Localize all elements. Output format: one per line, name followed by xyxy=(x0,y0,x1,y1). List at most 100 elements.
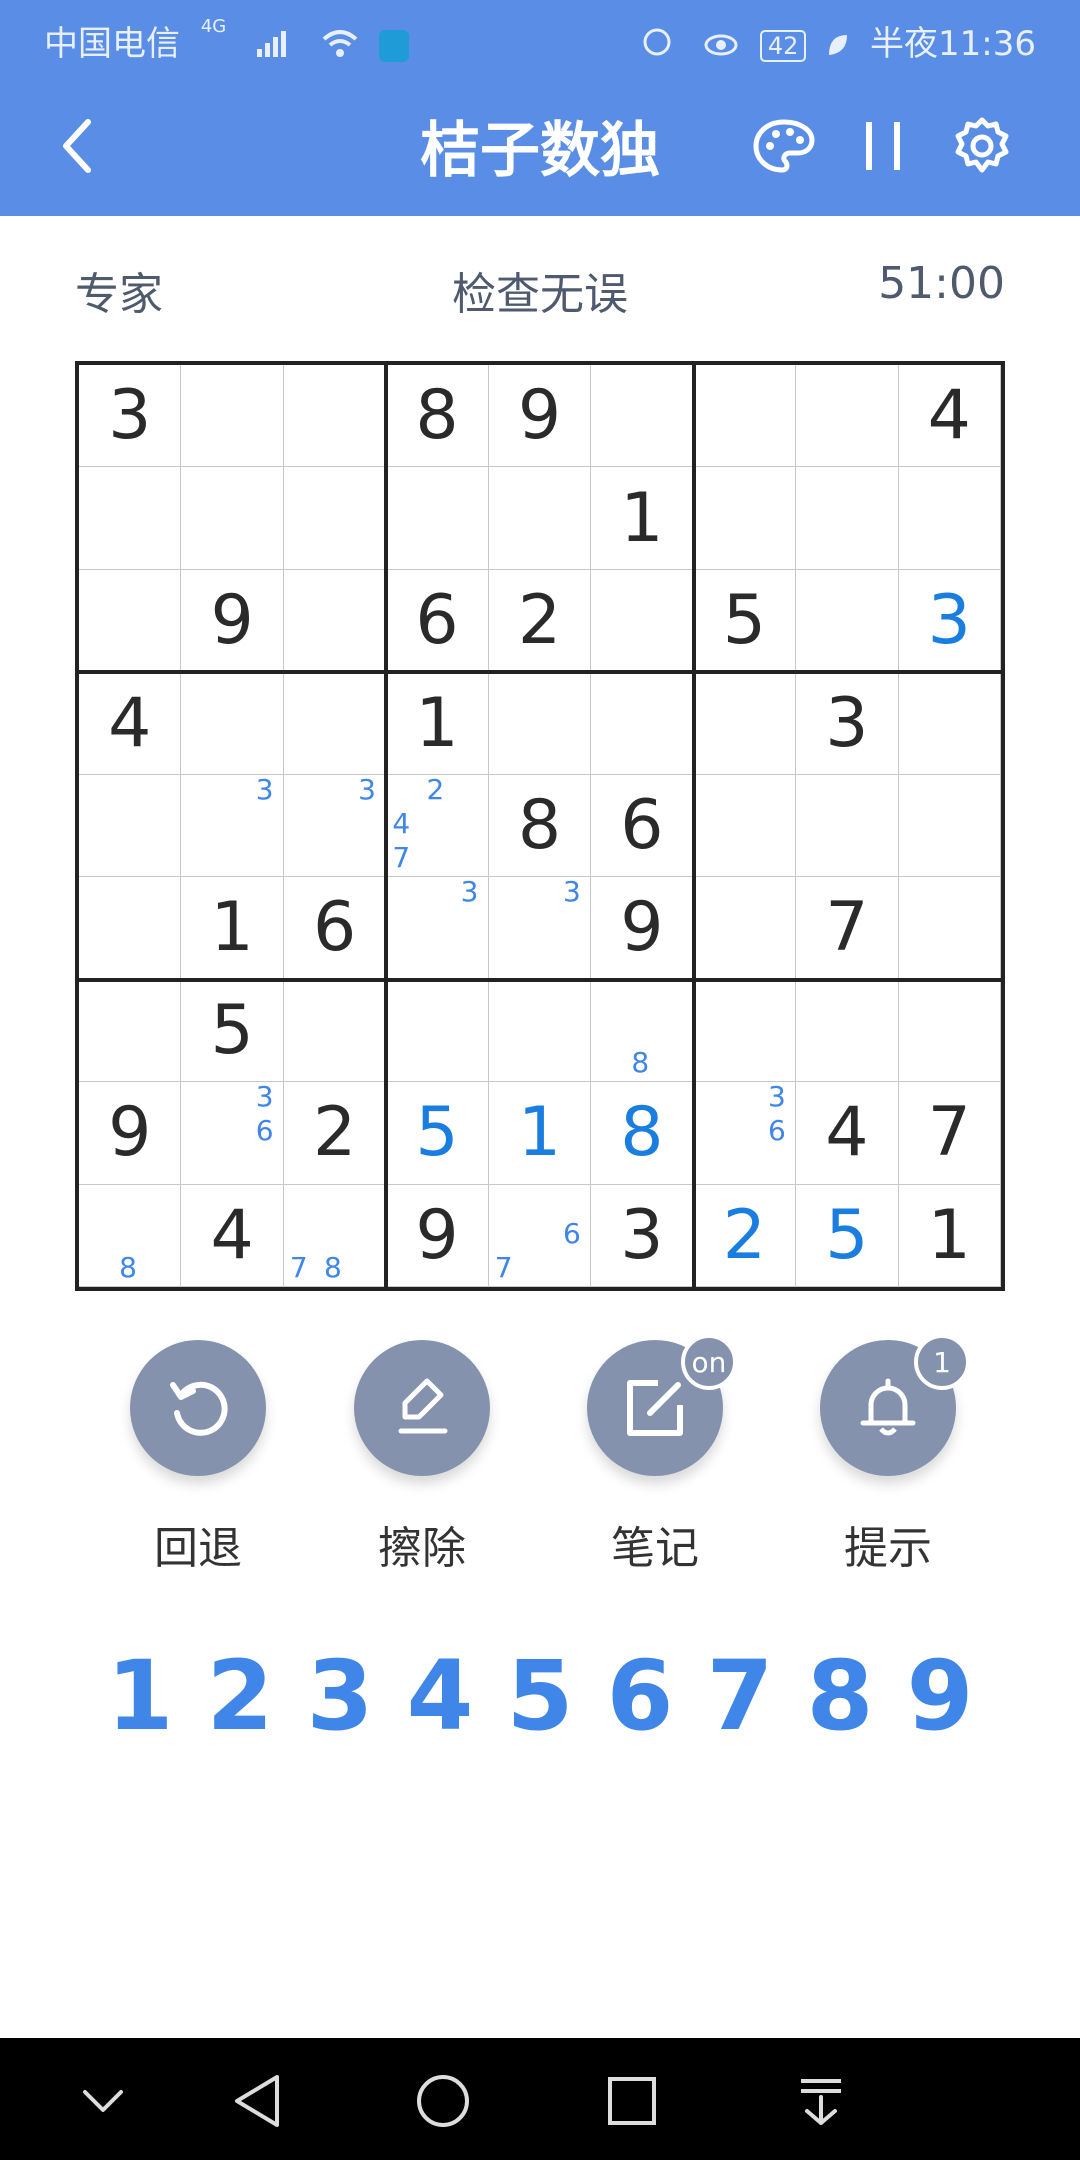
number-button-6[interactable]: 6 xyxy=(600,1640,680,1752)
sudoku-cell-r8c9[interactable]: 7 xyxy=(898,1082,1001,1185)
nav-recents-button[interactable] xyxy=(597,2066,667,2136)
sudoku-cell-r2c6[interactable]: 1 xyxy=(591,467,694,570)
sudoku-cell-r9c7[interactable]: 2 xyxy=(693,1184,797,1287)
sudoku-cell-r6c2[interactable]: 1 xyxy=(181,877,284,980)
sudoku-cell-r9c3[interactable]: 78 xyxy=(283,1184,387,1287)
sudoku-cell-r4c5[interactable] xyxy=(488,672,592,775)
sudoku-cell-r2c9[interactable] xyxy=(898,467,1001,570)
sudoku-cell-r5c8[interactable] xyxy=(796,774,899,878)
sudoku-cell-r3c3[interactable] xyxy=(283,569,387,673)
sudoku-cell-r6c5[interactable]: 3 xyxy=(488,875,592,980)
sudoku-cell-r3c7[interactable]: 5 xyxy=(693,569,797,673)
sudoku-cell-r2c1[interactable] xyxy=(79,467,182,570)
number-button-1[interactable]: 1 xyxy=(100,1640,180,1752)
sudoku-cell-r7c6[interactable]: 8 xyxy=(591,979,694,1083)
sudoku-cell-r8c1[interactable]: 9 xyxy=(79,1082,182,1185)
sudoku-cell-r9c1[interactable]: 8 xyxy=(79,1184,182,1287)
sudoku-cell-r8c8[interactable]: 4 xyxy=(796,1082,899,1185)
sudoku-cell-r3c9[interactable]: 3 xyxy=(898,569,1001,673)
sudoku-cell-r4c9[interactable] xyxy=(898,672,1001,775)
sudoku-cell-r5c5[interactable]: 8 xyxy=(488,774,592,878)
sudoku-cell-r3c4[interactable]: 6 xyxy=(386,569,489,673)
hide-nav-button[interactable] xyxy=(68,2066,138,2136)
sudoku-cell-r7c4[interactable] xyxy=(386,979,489,1083)
sudoku-cell-r9c9[interactable]: 1 xyxy=(898,1184,1001,1287)
undo-tool[interactable]: 回退 xyxy=(128,1340,268,1576)
sudoku-cell-r6c9[interactable] xyxy=(898,877,1001,980)
sudoku-cell-r4c8[interactable]: 3 xyxy=(796,672,899,775)
sudoku-cell-r8c4[interactable]: 5 xyxy=(386,1082,489,1185)
sudoku-cell-r8c6[interactable]: 8 xyxy=(591,1082,694,1185)
hint-tool[interactable]: 1 提示 xyxy=(818,1334,970,1576)
sudoku-cell-r5c4[interactable]: 247 xyxy=(386,773,489,878)
sudoku-cell-r2c5[interactable] xyxy=(488,467,592,570)
sudoku-cell-r2c8[interactable] xyxy=(796,467,899,570)
sudoku-cell-r7c5[interactable] xyxy=(488,979,592,1083)
sudoku-cell-r8c7[interactable]: 36 xyxy=(693,1080,797,1185)
number-button-8[interactable]: 8 xyxy=(800,1640,880,1752)
sudoku-cell-r4c4[interactable]: 1 xyxy=(386,672,489,775)
sudoku-cell-r9c5[interactable]: 76 xyxy=(488,1184,592,1287)
sudoku-cell-r5c1[interactable] xyxy=(79,774,182,878)
number-button-5[interactable]: 5 xyxy=(500,1640,580,1752)
hint-button[interactable]: 1 xyxy=(820,1334,970,1476)
sudoku-cell-r9c8[interactable]: 5 xyxy=(796,1184,899,1287)
notes-button[interactable]: on xyxy=(587,1334,737,1476)
sudoku-cell-r3c5[interactable]: 2 xyxy=(488,569,592,673)
sudoku-cell-r1c4[interactable]: 8 xyxy=(386,365,489,468)
undo-button[interactable] xyxy=(130,1340,266,1476)
sudoku-cell-r9c4[interactable]: 9 xyxy=(386,1184,489,1287)
number-button-4[interactable]: 4 xyxy=(400,1640,480,1752)
sudoku-cell-r4c3[interactable] xyxy=(283,672,387,775)
sudoku-cell-r7c7[interactable] xyxy=(693,979,797,1083)
sudoku-cell-r7c8[interactable] xyxy=(796,979,899,1083)
theme-button[interactable] xyxy=(746,108,822,184)
nav-home-button[interactable] xyxy=(408,2066,478,2136)
sudoku-cell-r8c2[interactable]: 36 xyxy=(181,1080,284,1185)
sudoku-cell-r1c3[interactable] xyxy=(283,365,387,468)
sudoku-cell-r6c1[interactable] xyxy=(79,877,182,980)
sudoku-cell-r9c6[interactable]: 3 xyxy=(591,1184,694,1287)
number-button-9[interactable]: 9 xyxy=(900,1640,980,1752)
sudoku-cell-r5c3[interactable]: 3 xyxy=(283,773,387,878)
sudoku-cell-r5c7[interactable] xyxy=(693,774,797,878)
sudoku-cell-r5c6[interactable]: 6 xyxy=(591,774,694,878)
sudoku-cell-r6c3[interactable]: 6 xyxy=(283,877,387,980)
sudoku-cell-r2c4[interactable] xyxy=(386,467,489,570)
sudoku-cell-r3c8[interactable] xyxy=(796,569,899,673)
sudoku-cell-r6c4[interactable]: 3 xyxy=(386,875,489,980)
sudoku-cell-r8c5[interactable]: 1 xyxy=(488,1082,592,1185)
erase-button[interactable] xyxy=(354,1340,490,1476)
sudoku-cell-r5c9[interactable] xyxy=(898,774,1001,878)
number-button-7[interactable]: 7 xyxy=(700,1640,780,1752)
pause-button[interactable] xyxy=(846,108,922,184)
sudoku-cell-r8c3[interactable]: 2 xyxy=(283,1082,387,1185)
sudoku-cell-r2c7[interactable] xyxy=(693,467,797,570)
sudoku-cell-r1c7[interactable] xyxy=(693,365,797,468)
nav-notification-button[interactable] xyxy=(786,2066,856,2136)
sudoku-cell-r1c2[interactable] xyxy=(181,365,284,468)
sudoku-cell-r1c8[interactable] xyxy=(796,365,899,468)
sudoku-cell-r6c6[interactable]: 9 xyxy=(591,877,694,980)
sudoku-cell-r1c6[interactable] xyxy=(591,365,694,468)
sudoku-cell-r2c3[interactable] xyxy=(283,467,387,570)
sudoku-cell-r7c3[interactable] xyxy=(283,979,387,1083)
sudoku-cell-r7c2[interactable]: 5 xyxy=(181,979,284,1083)
sudoku-cell-r6c8[interactable]: 7 xyxy=(796,877,899,980)
sudoku-cell-r3c6[interactable] xyxy=(591,569,694,673)
number-button-3[interactable]: 3 xyxy=(300,1640,380,1752)
sudoku-cell-r1c9[interactable]: 4 xyxy=(898,365,1001,468)
sudoku-cell-r9c2[interactable]: 4 xyxy=(181,1184,284,1287)
number-button-2[interactable]: 2 xyxy=(200,1640,280,1752)
nav-back-button[interactable] xyxy=(222,2066,292,2136)
sudoku-cell-r4c7[interactable] xyxy=(693,672,797,775)
sudoku-cell-r7c1[interactable] xyxy=(79,979,182,1083)
sudoku-cell-r4c6[interactable] xyxy=(591,672,694,775)
settings-button[interactable] xyxy=(944,108,1020,184)
sudoku-cell-r2c2[interactable] xyxy=(181,467,284,570)
sudoku-cell-r3c2[interactable]: 9 xyxy=(181,569,284,673)
sudoku-cell-r6c7[interactable] xyxy=(693,877,797,980)
sudoku-cell-r5c2[interactable]: 3 xyxy=(181,773,284,878)
sudoku-cell-r4c1[interactable]: 4 xyxy=(79,672,182,775)
sudoku-cell-r7c9[interactable] xyxy=(898,979,1001,1083)
